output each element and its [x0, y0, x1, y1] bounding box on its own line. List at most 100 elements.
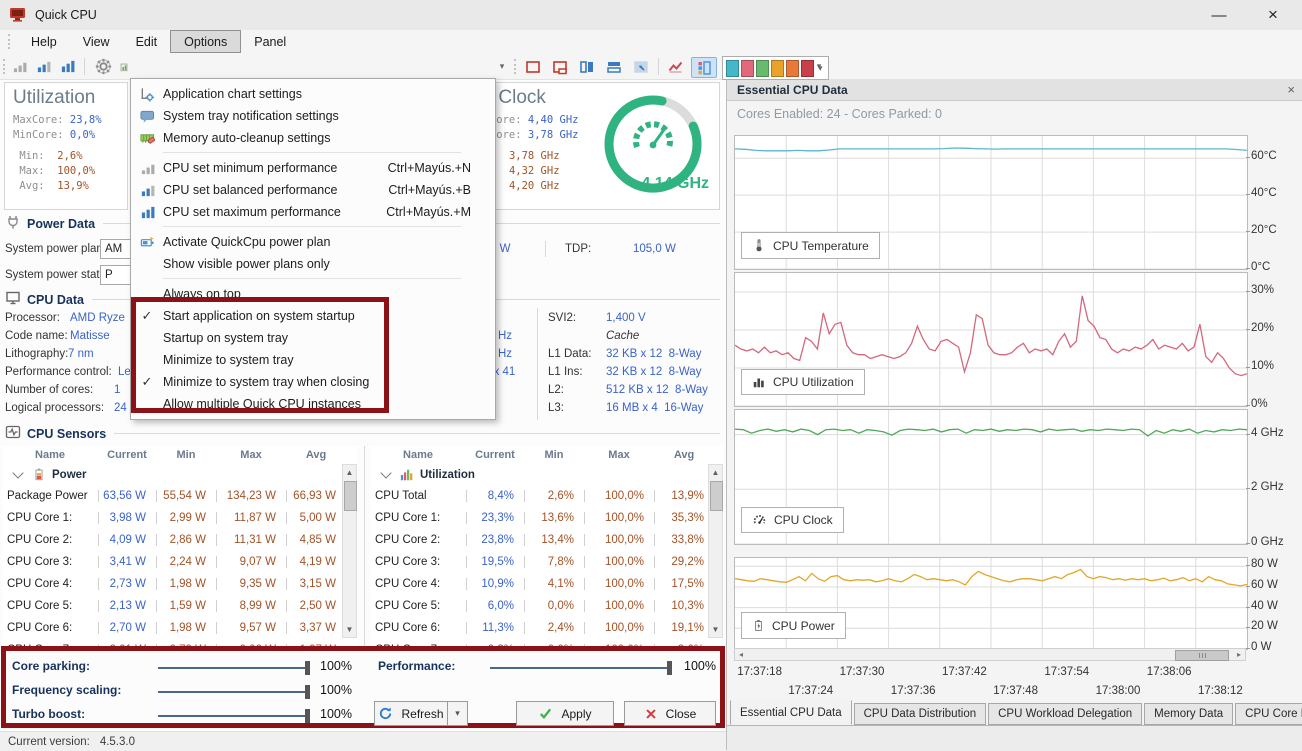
menu-options[interactable]: Options	[170, 30, 242, 53]
color-swatch[interactable]	[741, 59, 754, 77]
menu-item-always-on-top[interactable]: Always on top	[131, 283, 495, 305]
slider-handle[interactable]	[667, 661, 672, 675]
menu-item-minimize-to-system-tray[interactable]: Minimize to system tray	[131, 349, 495, 371]
table-row[interactable]: CPU Core 1: 23,3% 13,6% 100,0% 35,3%	[370, 507, 706, 529]
slider-handle[interactable]	[305, 661, 310, 675]
slider-track[interactable]	[158, 667, 308, 669]
refresh-button[interactable]: Refresh	[374, 701, 448, 726]
window-back-icon	[634, 60, 648, 73]
color-swatch[interactable]	[726, 59, 739, 77]
color-swatch[interactable]	[786, 59, 799, 77]
slider-handle[interactable]	[305, 685, 310, 699]
column-header: Name	[403, 449, 433, 461]
menu-item-cpu-set-minimum-performance[interactable]: CPU set minimum performance Ctrl+Mayús.+N	[131, 157, 495, 179]
toolbar-dropdown-arrow[interactable]: ▾	[495, 57, 509, 76]
menu-item-show-visible-power-plans-only[interactable]: Show visible power plans only	[131, 253, 495, 275]
scrollbar-thumb[interactable]	[1175, 650, 1229, 661]
settings-gear-button[interactable]	[92, 57, 114, 76]
menu-view[interactable]: View	[70, 30, 123, 53]
panel-list-button[interactable]	[691, 57, 717, 78]
table-row[interactable]: CPU Core 7:2,01 W0,73 W9,06 W1,97 W	[2, 639, 340, 646]
menu-item-application-chart-settings[interactable]: Application chart settings	[131, 83, 495, 105]
close-button[interactable]: ×	[1250, 0, 1296, 30]
scroll-down-arrow[interactable]: ▼	[343, 622, 356, 637]
menu-item-minimize-to-system-tray-when-closing[interactable]: ✓ Minimize to system tray when closing	[131, 371, 495, 393]
vertical-scrollbar[interactable]: ▲ ▼	[708, 464, 723, 638]
color-swatch[interactable]	[756, 59, 769, 77]
tdp-label: TDP:	[565, 243, 592, 255]
utilization-group-row[interactable]: Utilization	[370, 464, 724, 485]
table-row[interactable]: CPU Total 8,4% 2,6% 100,0% 13,9%	[370, 485, 706, 507]
slider-handle[interactable]	[305, 709, 310, 723]
menu-panel[interactable]: Panel	[241, 30, 299, 53]
window-back-button[interactable]	[629, 57, 653, 76]
bars-max-button[interactable]	[57, 57, 78, 76]
bars-balanced-button[interactable]	[33, 57, 54, 76]
menu-item-system-tray-notification-settings[interactable]: System tray notification settings	[131, 105, 495, 127]
bars-min-button[interactable]	[9, 57, 30, 76]
chevron-down-icon[interactable]	[380, 467, 392, 479]
close-button-panel[interactable]: Close	[624, 701, 716, 726]
window-panel-layout-button[interactable]	[548, 57, 572, 76]
refresh-dropdown-button[interactable]: ▾	[447, 701, 468, 726]
menu-edit[interactable]: Edit	[123, 30, 171, 53]
menu-item-start-application-on-system-startup[interactable]: ✓ Start application on system startup	[131, 305, 495, 327]
minimize-button[interactable]: —	[1196, 0, 1242, 30]
divider	[545, 241, 546, 257]
menu-bar: Help View Edit Options Panel	[0, 30, 1302, 53]
menu-item-activate-quickcpu-power-plan[interactable]: Activate QuickCpu power plan	[131, 231, 495, 253]
tab-memory-data[interactable]: Memory Data	[1144, 703, 1234, 725]
scroll-down-arrow[interactable]: ▼	[709, 622, 722, 637]
tab-cpu-workload-delegation[interactable]: CPU Workload Delegation	[988, 703, 1143, 725]
table-row[interactable]: CPU Core 1: 3,98 W 2,99 W 11,87 W 5,00 W	[2, 507, 340, 529]
table-row[interactable]: Package Power 63,56 W 55,54 W 134,23 W 66,93…	[2, 485, 340, 507]
time-tick-label: 17:38:06	[1146, 666, 1192, 678]
slider-track[interactable]	[158, 715, 308, 717]
slider-track[interactable]	[490, 667, 670, 669]
window-layout-button[interactable]	[521, 57, 545, 76]
tab-cpu-core-parking[interactable]: CPU Core Parking	[1235, 703, 1302, 725]
utilization-stat-label: MaxCore:	[13, 114, 70, 126]
table-row[interactable]: CPU Core 4: 10,9% 4,1% 100,0% 17,5%	[370, 573, 706, 595]
menu-item-allow-multiple-quick-cpu-instances[interactable]: Allow multiple Quick CPU instances	[131, 393, 495, 415]
table-row[interactable]: CPU Core 7:0,3%0,0%100,0%3,6%	[370, 639, 706, 646]
panel-close-icon[interactable]: ×	[1287, 82, 1295, 97]
scroll-up-arrow[interactable]: ▲	[343, 465, 356, 480]
table-row[interactable]: CPU Core 2: 4,09 W 2,86 W 11,31 W 4,85 W	[2, 529, 340, 551]
time-tick-label: 17:38:12	[1198, 685, 1243, 697]
scroll-left-arrow[interactable]: ◂	[735, 649, 747, 660]
stacked-rows-button[interactable]	[602, 57, 626, 76]
sensor-value: 3,37 W	[286, 622, 346, 634]
chevron-down-icon[interactable]	[12, 467, 24, 479]
vertical-scrollbar[interactable]: ▲ ▼	[342, 464, 357, 638]
table-row[interactable]: CPU Core 2: 23,8% 13,4% 100,0% 33,8%	[370, 529, 706, 551]
apply-button[interactable]: Apply	[516, 701, 614, 726]
table-row[interactable]: CPU Core 3: 19,5% 7,8% 100,0% 29,2%	[370, 551, 706, 573]
table-row[interactable]: CPU Core 6: 11,3% 2,4% 100,0% 19,1%	[370, 617, 706, 639]
menu-item-startup-on-system-tray[interactable]: Startup on system tray	[131, 327, 495, 349]
tab-cpu-data-distribution[interactable]: CPU Data Distribution	[853, 703, 987, 725]
slider-track[interactable]	[158, 691, 308, 693]
chart-horizontal-scrollbar[interactable]: ◂ ▸	[734, 648, 1246, 661]
table-row[interactable]: CPU Core 3: 3,41 W 2,24 W 9,07 W 4,19 W	[2, 551, 340, 573]
table-row[interactable]: CPU Core 4: 2,73 W 1,98 W 9,35 W 3,15 W	[2, 573, 340, 595]
tab-essential-cpu-data[interactable]: Essential CPU Data	[730, 700, 852, 725]
chart-partial-button[interactable]	[117, 57, 130, 76]
menu-item-cpu-set-balanced-performance[interactable]: CPU set balanced performance Ctrl+Mayús.+…	[131, 179, 495, 201]
zigzag-chart-button[interactable]	[663, 57, 687, 76]
color-swatch[interactable]	[771, 59, 784, 77]
toolbar-dropdown-arrow[interactable]: ▾	[812, 57, 826, 76]
table-row[interactable]: CPU Core 5: 2,13 W 1,59 W 8,99 W 2,50 W	[2, 595, 340, 617]
power-group-row[interactable]: Power	[2, 464, 358, 485]
split-columns-button[interactable]	[575, 57, 599, 76]
menu-item-memory-auto-cleanup-settings[interactable]: Memory auto-cleanup settings	[131, 127, 495, 149]
scrollbar-thumb[interactable]	[344, 481, 357, 511]
power-data-title: Power Data	[27, 216, 96, 231]
menu-item-cpu-set-maximum-performance[interactable]: CPU set maximum performance Ctrl+Mayús.+M	[131, 201, 495, 223]
menu-help[interactable]: Help	[18, 30, 70, 53]
table-row[interactable]: CPU Core 6: 2,70 W 1,98 W 9,57 W 3,37 W	[2, 617, 340, 639]
scroll-right-arrow[interactable]: ▸	[1233, 649, 1245, 660]
scroll-up-arrow[interactable]: ▲	[709, 465, 722, 480]
scrollbar-thumb[interactable]	[710, 481, 723, 511]
table-row[interactable]: CPU Core 5: 6,0% 0,0% 100,0% 10,3%	[370, 595, 706, 617]
